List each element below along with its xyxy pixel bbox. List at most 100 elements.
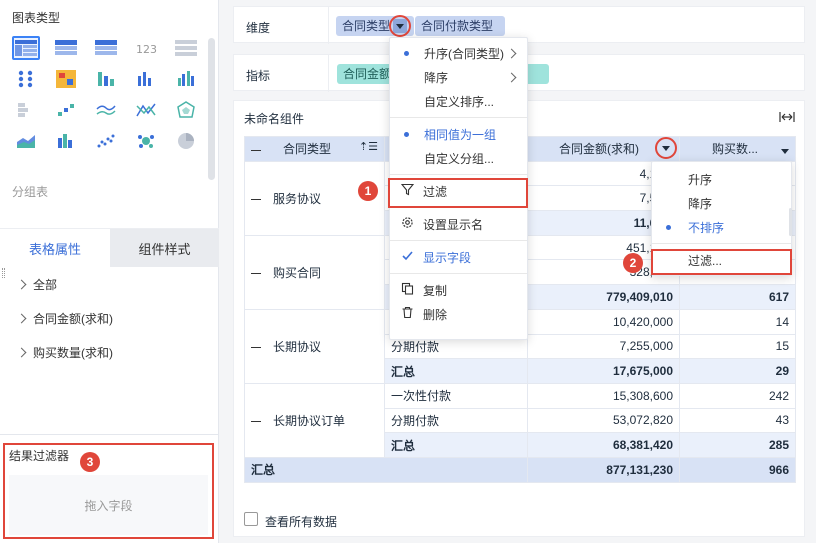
pill-label: 合同付款类型 bbox=[421, 19, 494, 33]
chevron-right-icon bbox=[506, 72, 517, 83]
bar-grouped-icon[interactable] bbox=[172, 67, 200, 91]
widget-title: 未命名组件 bbox=[244, 112, 305, 126]
selected-dot-icon bbox=[666, 224, 671, 230]
table-detail-icon[interactable] bbox=[92, 36, 120, 60]
amount-cell: 7,255,000 bbox=[527, 333, 680, 360]
chart-grid-scrollbar[interactable] bbox=[208, 38, 215, 180]
scatter-icon[interactable] bbox=[92, 129, 120, 153]
menu-item-sort-asc[interactable]: 升序(合同类型) bbox=[390, 41, 527, 65]
collapse-icon[interactable] bbox=[251, 421, 261, 423]
menu-item-display-name[interactable]: 设置显示名 bbox=[390, 212, 527, 236]
table-freeze-icon[interactable] bbox=[172, 36, 200, 60]
quantity-cell: 617 bbox=[679, 284, 796, 310]
pill-label: 合同类型 bbox=[342, 19, 391, 33]
group-label: 长期协议 bbox=[273, 339, 322, 354]
prop-item-quantity[interactable]: 购买数量(求和) bbox=[16, 341, 113, 363]
menu-item-custom-sort[interactable]: 自定义排序... bbox=[390, 89, 527, 113]
tab-component-style[interactable]: 组件样式 bbox=[110, 229, 219, 267]
sort-icon[interactable]: ⇡☰ bbox=[359, 140, 378, 153]
menu-item-asc[interactable]: 升序 bbox=[652, 167, 791, 191]
selected-dot-icon bbox=[404, 50, 409, 56]
filter-highlight-box bbox=[388, 178, 528, 208]
group-label: 长期协议订单 bbox=[273, 413, 346, 428]
menu-scrollbar[interactable] bbox=[789, 208, 792, 236]
dimension-pill-payment-type[interactable]: 合同付款类型 bbox=[415, 16, 506, 36]
amount-cell: 15,308,600 bbox=[527, 382, 680, 409]
menu-label: 自定义排序... bbox=[424, 94, 495, 109]
tab-table-properties[interactable]: 表格属性 bbox=[0, 229, 110, 267]
menu-item-same-value-group[interactable]: 相同值为一组 bbox=[390, 122, 527, 146]
menu-item-copy[interactable]: 复制 bbox=[390, 278, 527, 302]
quantity-cell: 29 bbox=[679, 358, 796, 384]
bar-stacked-icon[interactable] bbox=[92, 67, 120, 91]
result-filter-dropzone[interactable]: 拖入字段 bbox=[9, 475, 208, 535]
collapse-icon[interactable] bbox=[251, 149, 261, 151]
pill-label: 合同金额 bbox=[343, 67, 392, 81]
chevron-right-icon bbox=[16, 347, 27, 357]
menu-item-show-field[interactable]: 显示字段 bbox=[390, 245, 527, 269]
bar-cluster-icon[interactable] bbox=[52, 129, 80, 153]
resize-handle[interactable] bbox=[2, 268, 5, 278]
table-total-row: 汇总 877,131,230 966 bbox=[244, 456, 796, 483]
block-icon[interactable] bbox=[12, 98, 40, 122]
bubble-cluster-icon[interactable] bbox=[132, 129, 160, 153]
menu-separator bbox=[390, 240, 527, 241]
divider bbox=[328, 7, 329, 44]
pie-chart-icon[interactable] bbox=[172, 129, 200, 153]
radar-icon[interactable] bbox=[172, 98, 200, 122]
collapse-icon[interactable] bbox=[251, 199, 261, 201]
amount-cell: 68,381,420 bbox=[527, 432, 680, 458]
menu-label: 删除 bbox=[423, 307, 448, 322]
menu-item-delete[interactable]: 删除 bbox=[390, 302, 527, 326]
menu-item-desc[interactable]: 降序 bbox=[652, 191, 791, 215]
chevron-right-icon bbox=[16, 313, 27, 323]
menu-item-sort-desc[interactable]: 降序 bbox=[390, 65, 527, 89]
table-cross-icon[interactable] bbox=[52, 36, 80, 60]
header-quantity[interactable]: 购买数... bbox=[679, 136, 796, 162]
header-label: 合同类型 bbox=[283, 142, 332, 157]
expand-width-icon[interactable] bbox=[779, 111, 795, 126]
menu-separator bbox=[652, 243, 791, 244]
caret-down-icon[interactable] bbox=[781, 149, 789, 155]
step-bar-icon[interactable] bbox=[52, 98, 80, 122]
payment-type-cell: 汇总 bbox=[384, 358, 528, 384]
prop-label: 购买数量(求和) bbox=[33, 345, 113, 360]
bar-chart-icon[interactable] bbox=[132, 67, 160, 91]
area-chart-icon[interactable] bbox=[12, 129, 40, 153]
collapse-icon[interactable] bbox=[251, 273, 261, 275]
menu-item-custom-group[interactable]: 自定义分组... bbox=[390, 146, 527, 170]
line-multi-icon[interactable] bbox=[92, 98, 120, 122]
payment-type-cell: 汇总 bbox=[384, 432, 528, 458]
menu-separator bbox=[390, 174, 527, 175]
number-card-icon[interactable]: 123 bbox=[132, 36, 160, 60]
header-contract-type[interactable]: 合同类型 ⇡☰ bbox=[244, 136, 385, 162]
menu-item-no-sort[interactable]: 不排序 bbox=[652, 215, 791, 239]
payment-type-cell: 分期付款 bbox=[384, 407, 528, 434]
dropdown-highlight-circle bbox=[389, 15, 411, 37]
left-panel: 图表类型 123 分组表 表格属性 组件样式 全部 合同金额(求和) 购买数量(… bbox=[0, 0, 219, 543]
group-cell: 购买合同 bbox=[244, 234, 385, 310]
collapse-icon[interactable] bbox=[251, 347, 261, 349]
heatmap-icon[interactable] bbox=[52, 67, 80, 91]
menu-label: 升序 bbox=[688, 172, 713, 187]
prop-item-amount[interactable]: 合同金额(求和) bbox=[16, 307, 113, 329]
filter-dots-highlight-box bbox=[651, 249, 792, 275]
quantity-cell: 285 bbox=[679, 432, 796, 458]
total-label: 汇总 bbox=[244, 456, 528, 483]
group-cell: 长期协议 bbox=[244, 308, 385, 384]
show-all-checkbox[interactable] bbox=[244, 512, 258, 526]
menu-label: 不排序 bbox=[688, 220, 725, 235]
table-row: 长期协议订单 一次性付款 15,308,600 242 bbox=[244, 382, 796, 458]
property-tabs: 表格属性 组件样式 bbox=[0, 228, 219, 267]
show-all-label[interactable]: 查看所有数据 bbox=[265, 513, 337, 530]
prop-item-all[interactable]: 全部 bbox=[16, 273, 113, 295]
line-cross-icon[interactable] bbox=[132, 98, 160, 122]
trash-icon bbox=[401, 306, 414, 322]
dot-matrix-icon[interactable] bbox=[12, 67, 40, 91]
amount-cell: 779,409,010 bbox=[527, 284, 680, 310]
divider bbox=[0, 434, 219, 435]
step-badge-1: 1 bbox=[358, 181, 378, 201]
table-group-icon[interactable] bbox=[12, 36, 40, 60]
amount-cell: 10,420,000 bbox=[527, 308, 680, 335]
chart-type-title: 图表类型 bbox=[12, 11, 61, 25]
